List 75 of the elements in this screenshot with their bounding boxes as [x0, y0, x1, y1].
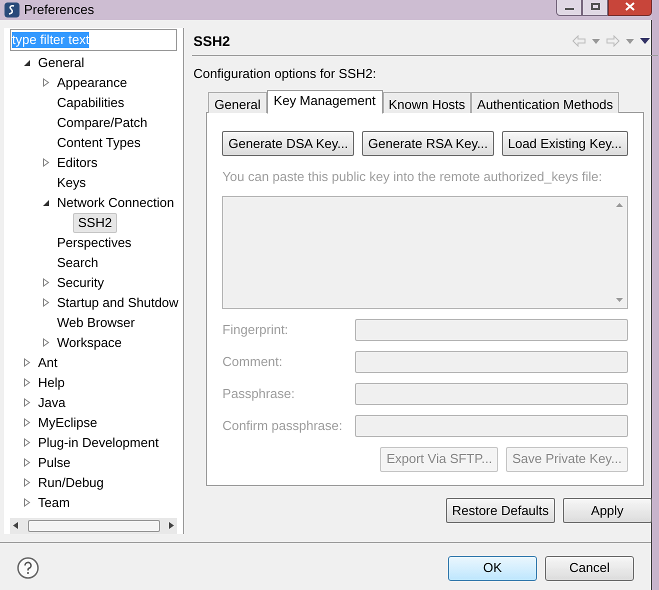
field-label: Passphrase:: [222, 384, 296, 403]
input-field[interactable]: [355, 318, 628, 340]
tab[interactable]: Known Hosts: [382, 92, 472, 113]
minimize-button[interactable]: [556, 0, 582, 16]
collapsed-arrow-icon[interactable]: [22, 378, 30, 387]
collapsed-arrow-icon[interactable]: [42, 78, 50, 87]
button[interactable]: Generate DSA Key...: [222, 131, 354, 156]
tree-item[interactable]: Editors: [52, 152, 102, 172]
dropdown-icon[interactable]: [592, 38, 600, 44]
tree-item[interactable]: Ant: [33, 352, 63, 372]
tree-item[interactable]: Security: [52, 272, 109, 292]
tree-item[interactable]: Appearance: [52, 72, 132, 92]
scroll-left-icon[interactable]: [13, 522, 18, 529]
field-label: Comment:: [222, 352, 284, 371]
input-field[interactable]: [355, 350, 628, 372]
collapsed-arrow-icon[interactable]: [42, 338, 50, 347]
collapsed-arrow-icon[interactable]: [22, 398, 30, 407]
tree-item[interactable]: Workspace: [52, 332, 127, 352]
view-menu-icon[interactable]: [640, 38, 650, 44]
input-field[interactable]: [355, 414, 628, 436]
button[interactable]: OK: [448, 556, 537, 580]
tree-item[interactable]: Web Browser: [52, 312, 140, 332]
dropdown-icon[interactable]: [626, 38, 634, 44]
page-title: SSH2: [193, 32, 230, 50]
tree-item[interactable]: Keys: [52, 172, 91, 192]
collapsed-arrow-icon[interactable]: [42, 158, 50, 167]
scroll-down-icon[interactable]: [616, 298, 623, 302]
tab[interactable]: Key Management: [266, 90, 383, 114]
button[interactable]: Cancel: [545, 556, 634, 580]
maximize-button[interactable]: [582, 0, 608, 16]
collapsed-arrow-icon[interactable]: [22, 438, 30, 447]
field-label: Confirm passphrase:: [222, 416, 344, 435]
description-text: Configuration options for SSH2:: [193, 64, 378, 83]
button[interactable]: Apply: [562, 498, 652, 523]
collapsed-arrow-icon[interactable]: [22, 498, 30, 507]
tree-item[interactable]: Java: [33, 392, 70, 412]
collapsed-arrow-icon[interactable]: [22, 478, 30, 487]
help-icon[interactable]: [17, 557, 39, 579]
tab[interactable]: Authentication Methods: [471, 92, 620, 113]
app-icon: [4, 2, 20, 18]
tree-item[interactable]: Network Connection: [52, 192, 180, 212]
public-key-label: You can paste this public key into the remote authorized_keys file:: [222, 168, 604, 186]
scroll-right-icon[interactable]: [169, 522, 174, 529]
tree-item[interactable]: Startup and Shutdow: [52, 292, 184, 312]
tree-item[interactable]: Pulse: [33, 452, 76, 472]
tree-item[interactable]: SSH2: [73, 212, 117, 232]
tree-item[interactable]: Team: [33, 492, 75, 512]
tree-item[interactable]: Content Types: [52, 132, 146, 152]
close-button[interactable]: [608, 0, 652, 16]
tree-item[interactable]: Capabilities: [52, 92, 130, 112]
collapsed-arrow-icon[interactable]: [22, 358, 30, 367]
input-field[interactable]: [355, 382, 628, 404]
tree-item[interactable]: Help: [33, 372, 70, 392]
tree-item[interactable]: Search: [52, 252, 104, 272]
tree-item[interactable]: Perspectives: [52, 232, 136, 252]
button[interactable]: Load Existing Key...: [502, 131, 628, 156]
close-icon[interactable]: [625, 2, 635, 12]
tab[interactable]: General: [208, 92, 267, 113]
scroll-up-icon[interactable]: [616, 202, 623, 206]
collapsed-arrow-icon[interactable]: [22, 458, 30, 467]
tree-item[interactable]: General: [33, 52, 90, 72]
tree-item[interactable]: MyEclipse: [33, 412, 102, 432]
tree-item[interactable]: Run/Debug: [33, 472, 109, 492]
tree-item[interactable]: Plug-in Development: [33, 432, 164, 452]
expanded-arrow-icon[interactable]: [42, 198, 50, 207]
collapsed-arrow-icon[interactable]: [22, 418, 30, 427]
field-label: Fingerprint:: [222, 320, 290, 339]
collapsed-arrow-icon[interactable]: [42, 298, 50, 307]
expanded-arrow-icon[interactable]: [22, 58, 30, 67]
button[interactable]: Generate RSA Key...: [362, 131, 494, 156]
window-title: Preferences: [24, 1, 94, 19]
horizontal-scrollbar[interactable]: [10, 518, 178, 534]
collapsed-arrow-icon[interactable]: [42, 278, 50, 287]
tree-item[interactable]: Compare/Patch: [52, 112, 152, 132]
button[interactable]: Restore Defaults: [446, 498, 555, 523]
